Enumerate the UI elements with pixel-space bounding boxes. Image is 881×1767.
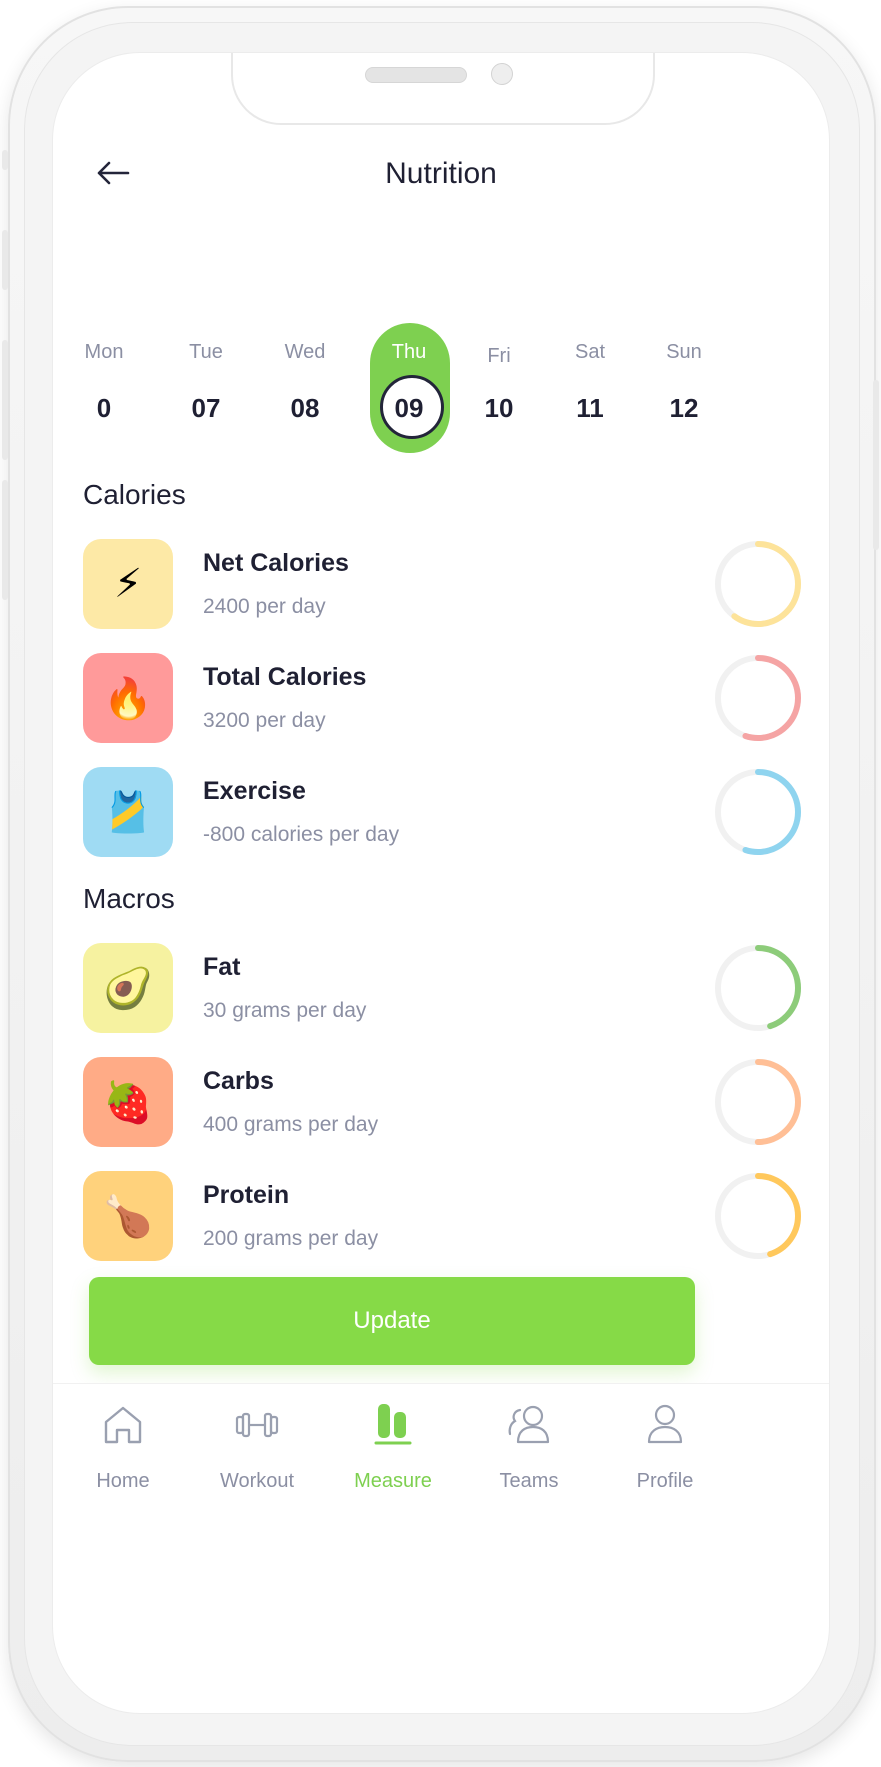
progress-ring — [715, 945, 801, 1031]
progress-ring — [715, 1173, 801, 1259]
speaker — [365, 67, 467, 83]
tile: 🎽 — [83, 767, 173, 857]
side-button — [2, 480, 8, 600]
drumstick-icon: 🍗 — [103, 1194, 153, 1239]
tile: 🥑 — [83, 943, 173, 1033]
tab-measure[interactable]: Measure — [333, 1400, 453, 1510]
item-subtitle: 2400 per day — [203, 595, 326, 618]
progress-ring — [715, 655, 801, 741]
tab-label: Workout — [219, 1470, 295, 1492]
side-button — [2, 150, 8, 170]
tab-label: Measure — [354, 1470, 432, 1492]
day-number: 10 — [484, 393, 514, 423]
camera — [491, 63, 513, 85]
day-number: 07 — [191, 393, 221, 423]
day-name: Sat — [574, 341, 606, 363]
side-button — [2, 340, 8, 460]
section-title-calories: Calories — [83, 479, 186, 510]
tab-bar: Home Workout Measure Teams Profile — [53, 1383, 829, 1504]
day-name: Thu — [391, 341, 427, 363]
item-title: Carbs — [203, 1067, 274, 1095]
list-item-protein[interactable]: 🍗 Protein 200 grams per day — [83, 1171, 803, 1263]
item-title: Net Calories — [203, 549, 349, 577]
day-name: Sun — [666, 341, 702, 363]
page-title: Nutrition — [385, 157, 497, 190]
lightning-icon: ⚡ — [113, 562, 143, 606]
side-button — [2, 230, 8, 290]
dumbbell-icon — [235, 1412, 279, 1438]
measure-icon — [374, 1404, 412, 1445]
list-item-total-calories[interactable]: 🔥 Total Calories 3200 per day — [83, 653, 803, 745]
list-item-net-calories[interactable]: ⚡ Net Calories 2400 per day — [83, 539, 803, 631]
list-item-fat[interactable]: 🥑 Fat 30 grams per day — [83, 943, 803, 1035]
item-title: Protein — [203, 1181, 290, 1209]
day-number: 11 — [576, 393, 604, 423]
tab-label: Teams — [499, 1470, 559, 1492]
day-number: 12 — [669, 393, 699, 423]
tab-home[interactable]: Home — [63, 1400, 183, 1510]
item-title: Total Calories — [203, 663, 367, 691]
profile-icon — [647, 1404, 683, 1444]
item-subtitle: 30 grams per day — [203, 999, 367, 1022]
tab-profile[interactable]: Profile — [605, 1400, 725, 1510]
progress-ring — [715, 769, 801, 855]
update-button[interactable]: Update — [89, 1277, 695, 1365]
tank-top-icon: 🎽 — [103, 790, 153, 835]
progress-ring — [715, 541, 801, 627]
day-name: Fri — [487, 345, 511, 367]
tab-workout[interactable]: Workout — [197, 1400, 317, 1510]
tab-teams[interactable]: Teams — [469, 1400, 589, 1510]
tile: 🔥 — [83, 653, 173, 743]
item-subtitle: 3200 per day — [203, 709, 326, 732]
item-subtitle: 200 grams per day — [203, 1227, 379, 1250]
app-screen: Nutrition Mon 0 Tue 07 Wed 08 Thu 09 Fri… — [52, 52, 830, 1714]
tile: 🍗 — [83, 1171, 173, 1261]
day-name: Mon — [84, 341, 124, 363]
section-title-macros: Macros — [83, 883, 175, 914]
item-title: Exercise — [203, 777, 306, 805]
item-subtitle: -800 calories per day — [203, 823, 400, 846]
list-item-carbs[interactable]: 🍓 Carbs 400 grams per day — [83, 1057, 803, 1149]
day-name: Tue — [189, 341, 223, 363]
tile: 🍓 — [83, 1057, 173, 1147]
strawberry-icon: 🍓 — [103, 1080, 153, 1125]
home-icon — [104, 1406, 142, 1444]
tab-label: Home — [96, 1470, 150, 1492]
progress-ring — [715, 1059, 801, 1145]
list-item-exercise[interactable]: 🎽 Exercise -800 calories per day — [83, 767, 803, 859]
item-subtitle: 400 grams per day — [203, 1113, 379, 1136]
teams-icon — [508, 1405, 550, 1444]
avocado-icon: 🥑 — [103, 966, 153, 1011]
day-number: 0 — [96, 393, 112, 423]
tab-label: Profile — [636, 1470, 694, 1492]
tile: ⚡ — [83, 539, 173, 629]
day-number: 09 — [394, 393, 424, 423]
notch — [231, 53, 655, 125]
day-name: Wed — [284, 341, 326, 363]
item-title: Fat — [203, 953, 241, 981]
day-number: 08 — [290, 393, 320, 423]
side-button — [873, 380, 879, 550]
fire-icon: 🔥 — [103, 676, 153, 721]
